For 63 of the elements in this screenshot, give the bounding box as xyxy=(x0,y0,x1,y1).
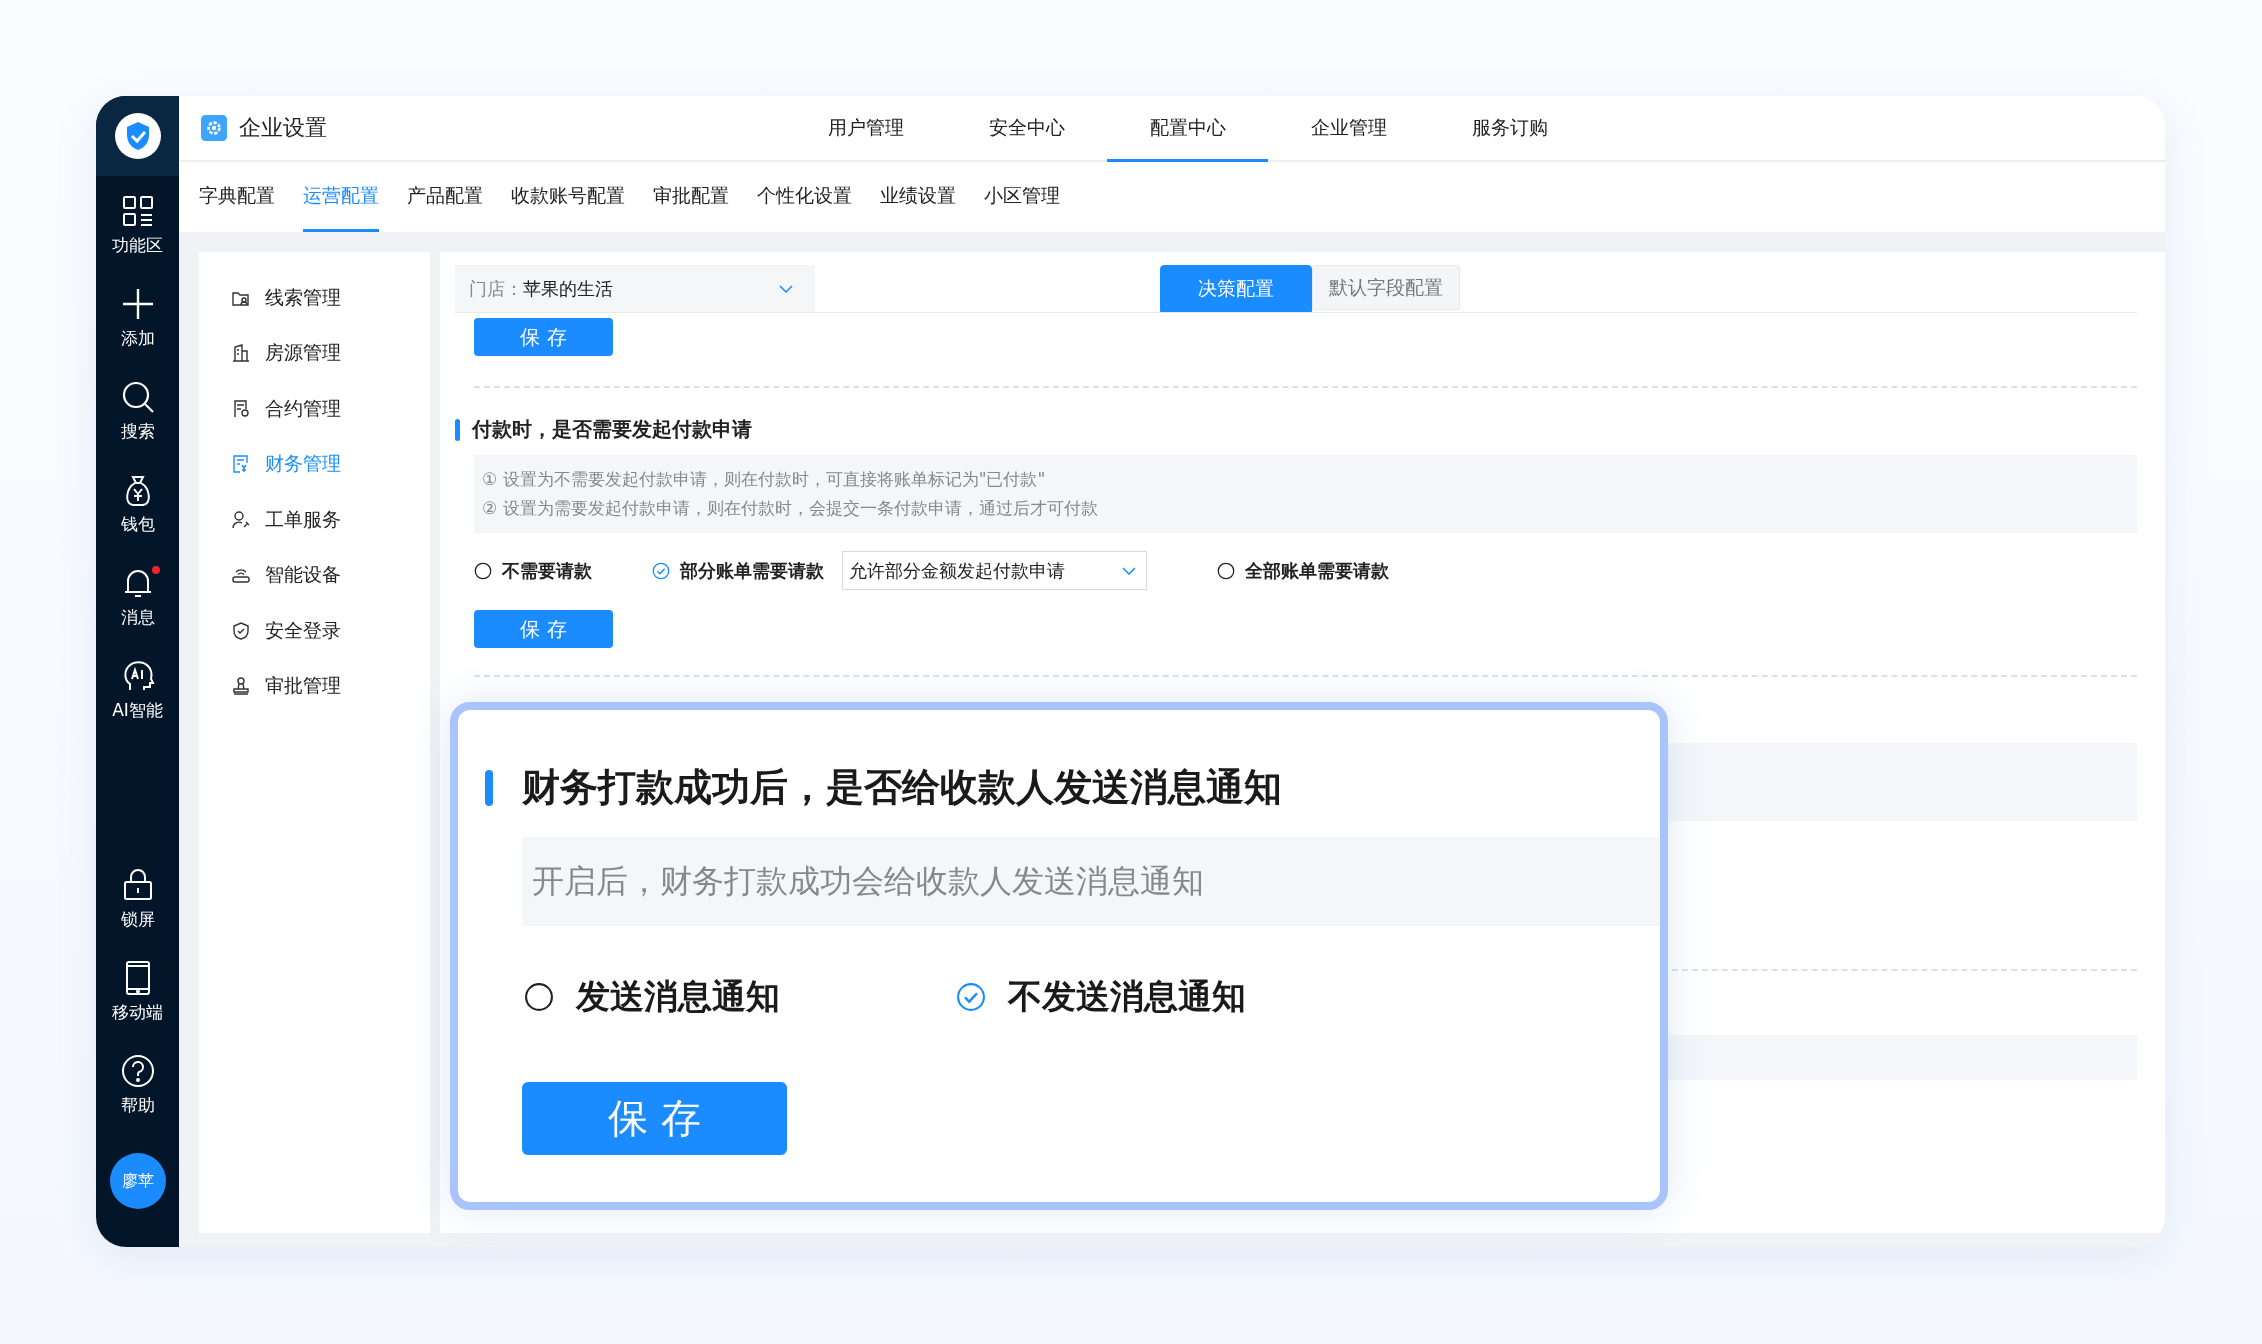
option-label: 不发送消息通知 xyxy=(1008,975,1246,1018)
rail-item[interactable]: 帮助 xyxy=(99,1054,176,1117)
menu-item[interactable]: 合约管理 xyxy=(199,381,430,437)
menu-item[interactable]: 安全登录 xyxy=(199,603,430,659)
section-title: 财务打款成功后，是否给收款人发送消息通知 xyxy=(522,764,1282,811)
shield-check-icon xyxy=(231,620,251,641)
option-label: 全部账单需要请款 xyxy=(1245,558,1389,583)
option-label: 发送消息通知 xyxy=(576,975,780,1018)
search-icon xyxy=(120,380,155,414)
section-title: 付款时，是否需要发起付款申请 xyxy=(472,416,752,443)
top-tab[interactable]: 服务订购 xyxy=(1429,96,1590,162)
chevron-down-icon xyxy=(1122,566,1136,575)
store-select[interactable]: 门店：苹果的生活 xyxy=(455,265,815,312)
menu-item[interactable]: 房源管理 xyxy=(199,325,430,381)
gear-icon xyxy=(201,115,227,141)
app-title: 企业设置 xyxy=(239,114,327,142)
accent-bar xyxy=(455,418,460,441)
menu-item[interactable]: 线索管理 xyxy=(199,270,430,326)
note-text: 开启后，财务打款成功会给收款人发送消息通知 xyxy=(532,860,1204,902)
menu-item[interactable]: 智能设备 xyxy=(199,547,430,603)
grid-icon xyxy=(120,194,155,228)
rail-item[interactable]: 移动端 xyxy=(99,961,176,1024)
rail-item[interactable]: 搜索 xyxy=(99,380,176,443)
help-icon xyxy=(120,1054,155,1088)
chevron-down-icon xyxy=(779,284,793,293)
rail-item[interactable]: 锁屏 xyxy=(99,868,176,931)
note-text: ① 设置为不需要发起付款申请，则在付款时，可直接将账单标记为"已付款" xyxy=(482,468,1047,491)
rail-item[interactable]: 消息 xyxy=(99,566,176,629)
sub-tab[interactable]: 收款账号配置 xyxy=(511,162,625,232)
option-label: 不需要请款 xyxy=(502,558,592,583)
checked-radio-icon[interactable] xyxy=(652,561,670,580)
sub-tab[interactable]: 审批配置 xyxy=(653,162,729,232)
option-label: 部分账单需要请款 xyxy=(680,558,824,583)
top-tab[interactable]: 配置中心 xyxy=(1107,96,1268,162)
shield-check-logo-icon xyxy=(114,113,161,159)
rail-item[interactable]: 钱包 xyxy=(99,473,176,536)
config-tab[interactable]: 默认字段配置 xyxy=(1312,265,1460,310)
top-tab[interactable]: 企业管理 xyxy=(1268,96,1429,162)
stamp-icon xyxy=(231,676,251,697)
building-icon xyxy=(231,343,251,364)
menu-item[interactable]: 审批管理 xyxy=(199,658,430,714)
person-wrench-icon xyxy=(231,509,251,530)
checked-radio-icon[interactable] xyxy=(956,982,986,1012)
invoice-icon xyxy=(231,454,251,475)
top-tab[interactable]: 用户管理 xyxy=(785,96,946,162)
sub-tab[interactable]: 业绩设置 xyxy=(880,162,956,232)
top-tab[interactable]: 安全中心 xyxy=(946,96,1107,162)
document-icon xyxy=(231,398,251,419)
sub-tab[interactable]: 字典配置 xyxy=(199,162,275,232)
note-text: ② 设置为需要发起付款申请，则在付款时，会提交一条付款申请，通过后才可付款 xyxy=(482,497,1099,520)
accent-bar xyxy=(485,769,493,806)
dropdown-field[interactable]: 允许部分金额发起付款申请 xyxy=(842,551,1147,590)
plus-icon xyxy=(120,287,155,321)
rail-item[interactable]: 功能区 xyxy=(99,194,176,257)
menu-item[interactable]: 工单服务 xyxy=(199,492,430,548)
sub-tab[interactable]: 个性化设置 xyxy=(757,162,852,232)
rail-item[interactable]: AI智能 xyxy=(99,659,176,722)
radio-icon[interactable] xyxy=(524,982,554,1012)
sub-tab[interactable]: 产品配置 xyxy=(407,162,483,232)
radio-icon[interactable] xyxy=(1217,561,1235,580)
sub-tab[interactable]: 小区管理 xyxy=(984,162,1060,232)
radio-icon[interactable] xyxy=(474,561,492,580)
rail-item[interactable]: 添加 xyxy=(99,287,176,350)
